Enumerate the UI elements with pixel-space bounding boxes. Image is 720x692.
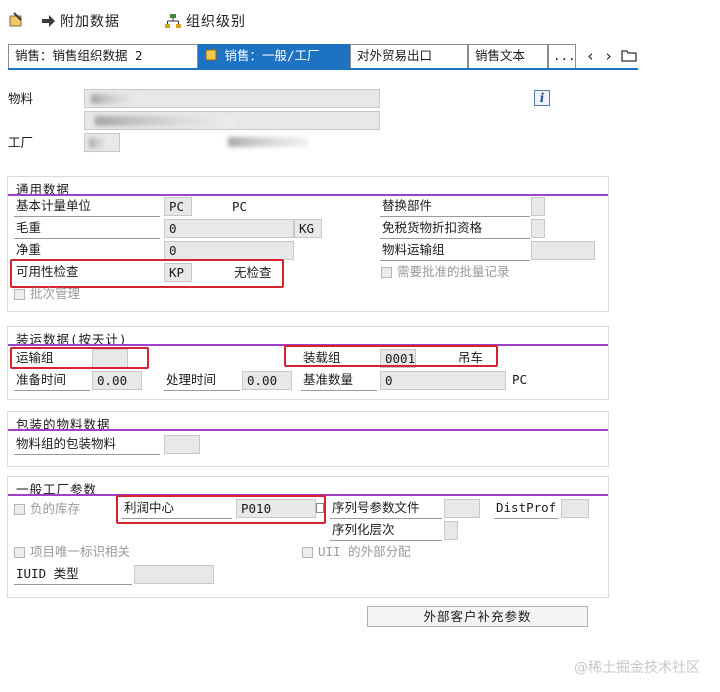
- arrow-right-icon: [42, 15, 55, 27]
- label-underline: [330, 540, 442, 541]
- label-underline: [380, 238, 530, 239]
- weight-unit-field[interactable]: KG: [294, 219, 322, 238]
- tab-label: 销售：一般/工厂: [224, 48, 320, 63]
- pack-material-field[interactable]: [164, 435, 200, 454]
- unique-item-checkbox[interactable]: [14, 547, 25, 558]
- label-underline: [301, 390, 377, 391]
- base-unit-field[interactable]: PC: [164, 197, 192, 216]
- material-transport-group-field[interactable]: [531, 241, 595, 260]
- approved-batch-label: 需要批准的批量记录: [397, 264, 510, 279]
- serialization-level-label: 序列化层次: [332, 522, 395, 537]
- plant-label: 工厂: [8, 135, 34, 150]
- setup-time-field[interactable]: 0.00: [92, 371, 142, 390]
- processing-time-field[interactable]: 0.00: [242, 371, 292, 390]
- tab-label: ...: [553, 48, 576, 63]
- tab-label: 对外贸易出口: [357, 48, 433, 63]
- dutyfree-field[interactable]: [531, 219, 545, 238]
- net-weight-field[interactable]: 0: [164, 241, 294, 260]
- dutyfree-label: 免税货物折扣资格: [382, 220, 483, 235]
- setup-time-label: 准备时间: [16, 372, 67, 387]
- org-levels-label: 组织级别: [186, 14, 246, 30]
- general-data-group: 通用数据: [7, 176, 609, 312]
- base-quantity-unit: PC: [512, 372, 528, 387]
- gross-weight-field[interactable]: 0: [164, 219, 294, 238]
- approved-batch-checkbox[interactable]: [381, 267, 392, 278]
- document-edit-icon: [9, 12, 22, 27]
- negative-stock-label: 负的库存: [30, 501, 81, 516]
- watermark-text: @稀土掘金技术社区: [574, 660, 700, 676]
- distprof-field[interactable]: [561, 499, 589, 518]
- batch-management-checkbox[interactable]: [14, 289, 25, 300]
- base-unit-label: 基本计量单位: [16, 198, 92, 213]
- uii-external-checkbox[interactable]: [302, 547, 313, 558]
- tab-more[interactable]: ...: [548, 44, 576, 68]
- additional-data-button[interactable]: 附加数据: [40, 11, 120, 31]
- uii-external-label: UII 的外部分配: [318, 544, 411, 559]
- tab-foreign-trade-export[interactable]: 对外贸易出口: [350, 44, 468, 68]
- serial-profile-field[interactable]: [444, 499, 480, 518]
- label-underline: [494, 518, 558, 519]
- highlight-transport-group: [10, 347, 149, 369]
- material-number-field: [84, 89, 380, 108]
- label-underline: [14, 454, 160, 455]
- label-underline: [380, 216, 530, 217]
- tab-sales-general-plant[interactable]: 销售：一般/工厂: [198, 44, 350, 68]
- replacement-part-label: 替换部件: [382, 198, 433, 213]
- serialization-level-field[interactable]: [444, 521, 458, 540]
- material-transport-group-label: 物料运输组: [382, 242, 445, 257]
- tab-sales-text[interactable]: 销售文本: [468, 44, 548, 68]
- tab-check-icon: [205, 49, 217, 61]
- negative-stock-checkbox[interactable]: [14, 504, 25, 515]
- plant-name-text: [228, 137, 308, 147]
- processing-time-label: 处理时间: [166, 372, 217, 387]
- tab-list-icon[interactable]: [621, 48, 637, 62]
- label-underline: [14, 216, 160, 217]
- label-underline: [14, 584, 132, 585]
- external-customer-params-button[interactable]: 外部客户补充参数: [367, 606, 588, 627]
- toolbar-display-change-button[interactable]: [8, 11, 24, 27]
- tab-label: 销售文本: [475, 48, 526, 63]
- label-underline: [330, 518, 442, 519]
- tab-scroll-left-icon[interactable]: ‹: [586, 47, 595, 65]
- toolbar: 附加数据 组织级别: [0, 0, 720, 40]
- batch-management-label: 批次管理: [30, 286, 81, 301]
- label-underline: [14, 390, 90, 391]
- gross-weight-label: 毛重: [16, 220, 42, 235]
- serial-profile-label: 序列号参数文件: [332, 500, 420, 515]
- unique-item-label: 项目唯一标识相关: [30, 544, 131, 559]
- tab-label: 销售：销售组织数据 2: [15, 48, 143, 63]
- label-underline: [380, 260, 530, 261]
- org-levels-button[interactable]: 组织级别: [164, 11, 246, 31]
- highlight-profit-center: [116, 495, 326, 524]
- group-divider: [8, 194, 608, 196]
- net-weight-label: 净重: [16, 242, 42, 257]
- tab-scroll-right-icon[interactable]: ›: [604, 47, 613, 65]
- tab-sales-org-data-2[interactable]: 销售：销售组织数据 2: [8, 44, 198, 68]
- material-label: 物料: [8, 91, 34, 106]
- base-unit-text: PC: [232, 199, 248, 214]
- label-underline: [14, 238, 160, 239]
- highlight-availability: [10, 259, 284, 288]
- material-description-field: [84, 111, 380, 130]
- highlight-loading-group: [284, 345, 498, 367]
- pack-material-label: 物料组的包装物料: [16, 436, 117, 451]
- base-quantity-field[interactable]: 0: [380, 371, 506, 390]
- org-hierarchy-icon: [165, 14, 181, 28]
- replacement-part-field[interactable]: [531, 197, 545, 216]
- base-quantity-label: 基准数量: [303, 372, 354, 387]
- distprof-label: DistProf: [496, 500, 557, 515]
- plant-code-field: [84, 133, 120, 152]
- iuid-type-field[interactable]: [134, 565, 214, 584]
- group-divider: [8, 429, 608, 431]
- label-underline: [164, 390, 240, 391]
- additional-data-label: 附加数据: [60, 14, 120, 30]
- tab-underline: [8, 68, 638, 70]
- tab-strip: 销售：销售组织数据 2 销售：一般/工厂 对外贸易出口 销售文本 ... ‹ ›: [0, 44, 720, 70]
- info-icon[interactable]: i: [534, 90, 550, 106]
- iuid-type-label: IUID 类型: [16, 566, 79, 581]
